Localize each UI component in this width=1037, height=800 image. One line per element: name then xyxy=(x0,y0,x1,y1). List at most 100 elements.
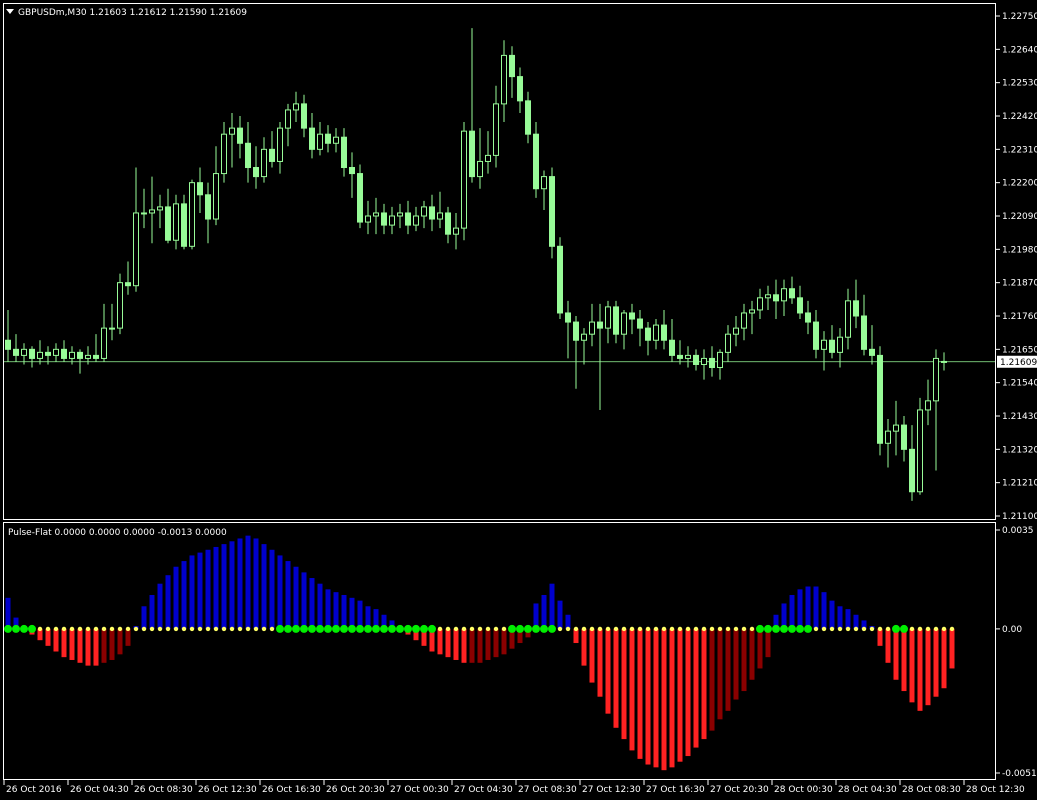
indicator-tick-label: 0.0035 xyxy=(1002,526,1034,536)
candle-body-down xyxy=(869,348,875,356)
candle-body-up xyxy=(701,357,707,365)
zero-dot-yellow xyxy=(125,626,131,632)
candle-body-up xyxy=(373,212,379,217)
histogram-bar-down-dark xyxy=(109,628,115,660)
zero-dot-green xyxy=(356,624,364,633)
zero-dot-yellow xyxy=(869,626,875,632)
histogram-bar-up xyxy=(197,552,203,629)
zero-dot-yellow xyxy=(101,626,107,632)
histogram-bar-up xyxy=(285,561,291,629)
candle-body-up xyxy=(149,209,155,214)
candle-body-down xyxy=(901,424,907,450)
candle-body-up xyxy=(157,206,163,211)
candle-body-down xyxy=(509,54,515,78)
histogram-bar-down xyxy=(917,628,923,711)
candle-body-down xyxy=(469,130,475,178)
zero-dot-green xyxy=(788,624,796,633)
candle-body-up xyxy=(621,312,627,335)
candle-body-down xyxy=(709,357,715,369)
time-tick-label: 28 Oct 08:30 xyxy=(902,785,961,795)
candle-body-down xyxy=(549,176,555,247)
candle-body-down xyxy=(341,136,347,169)
histogram-bar-down xyxy=(941,628,947,689)
histogram-bar-down xyxy=(661,628,667,771)
zero-dot-yellow xyxy=(605,626,611,632)
candle-body-up xyxy=(317,133,323,150)
zero-dot-yellow xyxy=(597,626,603,632)
candle-body-down xyxy=(301,103,307,129)
histogram-bar-up xyxy=(141,606,147,629)
histogram-bar-up xyxy=(333,592,339,629)
candle-body-up xyxy=(741,312,747,329)
histogram-bar-down-dark xyxy=(101,628,107,663)
zero-dot-green xyxy=(420,624,428,633)
candle-body-up xyxy=(917,409,923,493)
candle-body-up xyxy=(605,306,611,329)
zero-dot-yellow xyxy=(621,626,627,632)
zero-dot-yellow xyxy=(733,626,739,632)
histogram-bar-down xyxy=(453,628,459,660)
candle xyxy=(461,122,467,241)
chart-canvas[interactable]: GBPUSDm,M30 1.21603 1.21612 1.21590 1.21… xyxy=(0,0,1037,800)
price-tick-label: 1.22750 xyxy=(1002,12,1037,22)
histogram-bar-down-dark xyxy=(493,628,499,658)
price-tick-label: 1.21650 xyxy=(1002,345,1037,355)
histogram-bar-down xyxy=(461,628,467,663)
histogram-bar-up xyxy=(277,555,283,629)
candle-body-up xyxy=(933,357,939,402)
histogram-bar-up xyxy=(149,594,155,629)
histogram-bar-down xyxy=(437,628,443,655)
candle-body-up xyxy=(725,333,731,353)
candle-body-down xyxy=(61,348,67,359)
zero-dot-yellow xyxy=(117,626,123,632)
candle-body-up xyxy=(581,333,587,341)
candle-body-up xyxy=(461,130,467,229)
zero-dot-green xyxy=(372,624,380,633)
zero-dot-green xyxy=(348,624,356,633)
time-tick-label: 28 Oct 12:30 xyxy=(966,785,1025,795)
histogram-bar-down-dark xyxy=(485,628,491,660)
histogram-bar-down xyxy=(693,628,699,748)
symbol-header[interactable]: GBPUSDm,M30 1.21603 1.21612 1.21590 1.21… xyxy=(6,8,247,18)
histogram-bar-up xyxy=(301,572,307,629)
candle-body-up xyxy=(821,339,827,350)
candle-body-down xyxy=(357,173,363,223)
candle-body-down xyxy=(533,133,539,190)
histogram-bar-up xyxy=(829,600,835,629)
candle-body-up xyxy=(925,400,931,411)
candle xyxy=(189,179,195,250)
histogram-bar-down xyxy=(613,628,619,728)
zero-dot-green xyxy=(516,624,524,633)
candle-body-up xyxy=(685,354,691,359)
zero-dot-yellow xyxy=(653,626,659,632)
candle-body-up xyxy=(653,324,659,341)
candle-body-up xyxy=(85,354,91,359)
zero-dot-yellow xyxy=(853,626,859,632)
zero-dot-yellow xyxy=(461,626,467,632)
zero-dot-green xyxy=(12,624,20,633)
candle xyxy=(117,273,123,335)
candle-body-down xyxy=(405,212,411,226)
symbol-header-text: GBPUSDm,M30 1.21603 1.21612 1.21590 1.21… xyxy=(18,8,247,18)
histogram-bar-down xyxy=(933,628,939,697)
histogram-bar-down xyxy=(677,628,683,762)
zero-dot-green xyxy=(764,624,772,633)
candle-body-up xyxy=(53,348,59,356)
zero-dot-yellow xyxy=(85,626,91,632)
price-tick-label: 1.21430 xyxy=(1002,412,1037,422)
zero-dot-yellow xyxy=(629,626,635,632)
zero-dot-green xyxy=(316,624,324,633)
candle xyxy=(917,397,923,495)
zero-dot-green xyxy=(548,624,556,633)
zero-dot-yellow xyxy=(725,626,731,632)
zero-dot-yellow xyxy=(749,626,755,632)
histogram-bar-down xyxy=(53,628,59,652)
candle-body-up xyxy=(229,127,235,135)
histogram-bar-up xyxy=(269,549,275,629)
time-tick-label: 26 Oct 04:30 xyxy=(70,785,129,795)
histogram-bar-down-dark xyxy=(717,628,723,720)
zero-dot-green xyxy=(508,624,516,633)
candle-body-up xyxy=(101,327,107,359)
zero-dot-yellow xyxy=(941,626,947,632)
histogram-bar-up xyxy=(557,600,563,629)
